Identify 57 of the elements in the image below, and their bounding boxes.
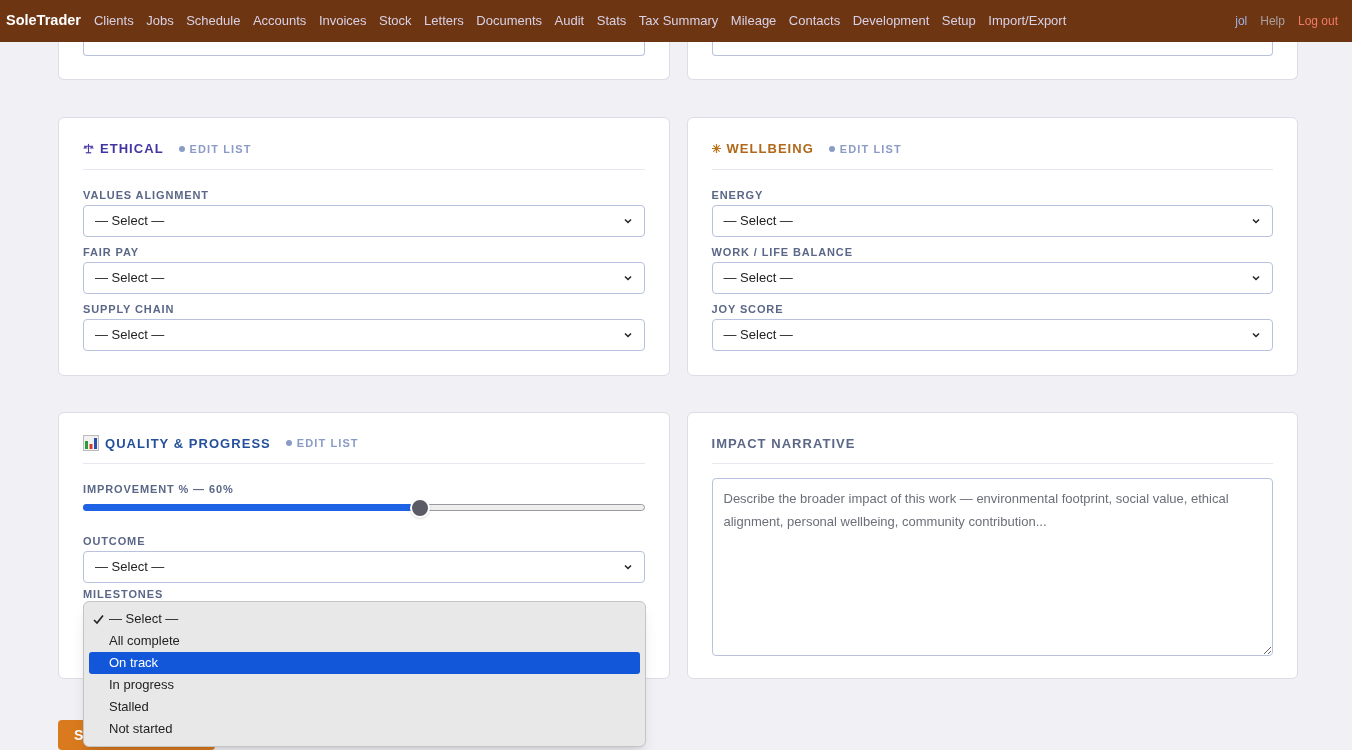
user-link[interactable]: jol bbox=[1235, 12, 1248, 30]
nav-link[interactable]: Audit bbox=[554, 11, 585, 31]
dropdown-option[interactable]: On track bbox=[89, 652, 640, 674]
nav-link[interactable]: Development bbox=[852, 11, 930, 31]
select-field[interactable]: — Select — bbox=[711, 261, 1273, 294]
nav-link[interactable]: Accounts bbox=[252, 11, 307, 31]
chevron-icon bbox=[622, 562, 633, 572]
logout-link[interactable]: Log out bbox=[1297, 12, 1338, 30]
select-field[interactable]: — Select — bbox=[83, 204, 645, 237]
nav-link[interactable]: Stock bbox=[379, 11, 412, 31]
dropdown-option[interactable]: In progress bbox=[89, 674, 640, 696]
nav-link[interactable]: Tax Summary bbox=[638, 11, 719, 31]
nav-link[interactable]: Setup bbox=[941, 11, 976, 31]
bullet-icon bbox=[828, 145, 835, 152]
select-field[interactable] bbox=[83, 42, 645, 56]
nav-link[interactable]: Import/Export bbox=[988, 11, 1067, 31]
brand-logo[interactable]: SoleTrader bbox=[6, 10, 81, 32]
field-label: SUPPLY CHAIN bbox=[83, 301, 176, 317]
section-title: WELLBEING bbox=[726, 140, 814, 158]
nav-link[interactable]: Letters bbox=[424, 11, 464, 31]
select-field[interactable]: — Select — bbox=[83, 318, 645, 351]
nav-link[interactable]: Stats bbox=[596, 11, 627, 31]
dropdown-option[interactable]: Stalled bbox=[89, 696, 640, 718]
nav-link[interactable]: Documents bbox=[476, 11, 543, 31]
select-field[interactable]: — Select — bbox=[83, 261, 645, 294]
nav-link[interactable]: Mileage bbox=[730, 11, 777, 31]
field-label: FAIR PAY bbox=[83, 244, 140, 260]
bullet-icon bbox=[178, 145, 185, 152]
field-label: JOY SCORE bbox=[711, 301, 785, 317]
field-label: MILESTONES bbox=[83, 587, 165, 602]
dropdown-option[interactable]: All complete bbox=[89, 630, 640, 652]
bullet-icon bbox=[285, 440, 292, 447]
section-title: ETHICAL bbox=[100, 140, 164, 158]
nav-link[interactable]: Jobs bbox=[146, 11, 174, 31]
nav-link[interactable]: Schedule bbox=[186, 11, 241, 31]
help-link[interactable]: Help bbox=[1260, 12, 1285, 30]
field-label: IMPROVEMENT % — 60% bbox=[83, 482, 235, 497]
narrative-textarea[interactable]: Describe the broader impact of this work — environmental footprint, social value, ethical alignment, personal wellbeing, community contribution... bbox=[711, 478, 1273, 656]
select-field[interactable]: — Select — bbox=[711, 318, 1273, 351]
scales-icon bbox=[83, 143, 94, 155]
select-field[interactable]: — Select — bbox=[711, 204, 1273, 237]
sun-icon bbox=[711, 144, 721, 154]
slider-thumb[interactable] bbox=[409, 498, 430, 518]
section-title: IMPACT NARRATIVE bbox=[711, 434, 856, 453]
nav-link[interactable]: Invoices bbox=[318, 11, 367, 31]
field-label: VALUES ALIGNMENT bbox=[83, 187, 210, 203]
dropdown-option[interactable]: — Select — bbox=[89, 608, 640, 630]
nav-link[interactable]: Clients bbox=[93, 11, 134, 31]
input-field[interactable] bbox=[711, 42, 1273, 56]
section-title: QUALITY & PROGRESS bbox=[105, 434, 271, 453]
select-field[interactable]: — Select — bbox=[83, 551, 645, 583]
field-label: OUTCOME bbox=[83, 534, 147, 549]
nav-link[interactable]: Contacts bbox=[788, 11, 841, 31]
bar-chart-icon bbox=[83, 435, 99, 452]
field-label: ENERGY bbox=[711, 187, 765, 203]
dropdown-option[interactable]: Not started bbox=[89, 718, 640, 740]
field-label: WORK / LIFE BALANCE bbox=[711, 244, 854, 260]
